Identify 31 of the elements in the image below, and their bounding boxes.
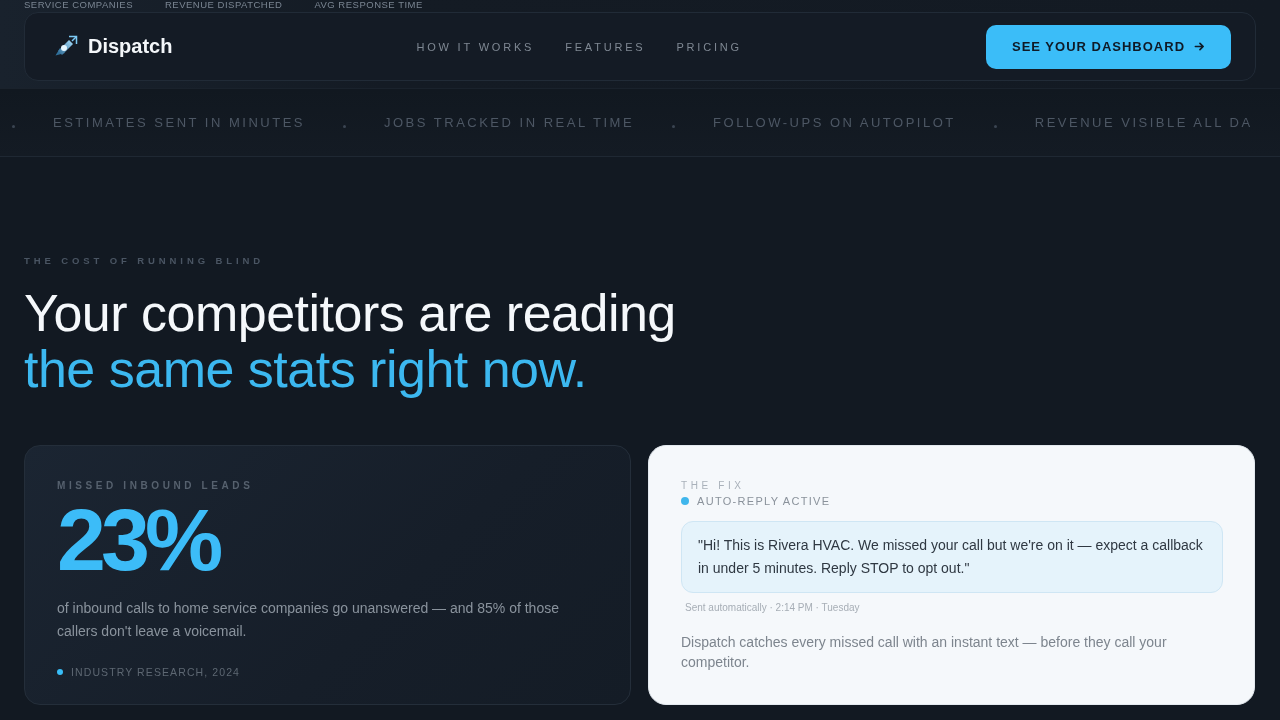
ticker-text: FOLLOW-UPS ON AUTOPILOT [713, 115, 956, 130]
nav-link[interactable]: HOW IT WORKS [416, 40, 535, 53]
headline: Your competitors are reading [24, 285, 676, 341]
separator-dot-icon [672, 125, 676, 128]
ticker-text: REVENUE VISIBLE ALL DA [1034, 115, 1253, 130]
stat-label: AVG RESPONSE TIME [314, 0, 423, 10]
ticker-text: ESTIMATES SENT IN MINUTES [53, 115, 305, 130]
stat-label: REVENUE DISPATCHED [165, 0, 283, 10]
separator-dot-icon [12, 125, 15, 128]
status-dot-icon [681, 497, 689, 505]
arrow-right-icon [1194, 41, 1206, 52]
nav-link[interactable]: PRICING [676, 40, 742, 53]
card-eyebrow: MISSED INBOUND LEADS [57, 479, 254, 493]
ticker-text: JOBS TRACKED IN REAL TIME [384, 115, 635, 130]
dashboard-button[interactable]: SEE YOUR DASHBOARD [986, 24, 1231, 69]
separator-dot-icon [993, 125, 997, 128]
fix-description: Dispatch catches every missed call with an instant text — before they call your competitor. [681, 633, 1168, 672]
bullet-dot-icon [57, 669, 63, 675]
source-text: INDUSTRY RESEARCH, 2024 [71, 666, 241, 678]
nav-link[interactable]: FEATURES [565, 40, 646, 53]
message-meta: Sent automatically · 2:14 PM · Tuesday [684, 602, 860, 613]
section-eyebrow: THE COST OF RUNNING BLIND [24, 255, 264, 267]
message-text: "Hi! This is Rivera HVAC. We missed your call but we're on it — expect a callback in under 5 minutes. Reply STOP to opt out." [698, 536, 1204, 578]
card-eyebrow: THE FIX [681, 479, 745, 493]
headline-accent: the same stats right now. [24, 341, 587, 397]
big-stat: 23% [57, 499, 219, 581]
brand-name[interactable]: Dispatch [88, 35, 173, 58]
stat-label: SERVICE COMPANIES [24, 0, 133, 10]
stat-description: of inbound calls to home service companies go unanswered — and 85% of those callers don't leave a voicemail. [57, 599, 560, 641]
separator-dot-icon [343, 125, 346, 128]
status-text: AUTO-REPLY ACTIVE [697, 495, 831, 507]
